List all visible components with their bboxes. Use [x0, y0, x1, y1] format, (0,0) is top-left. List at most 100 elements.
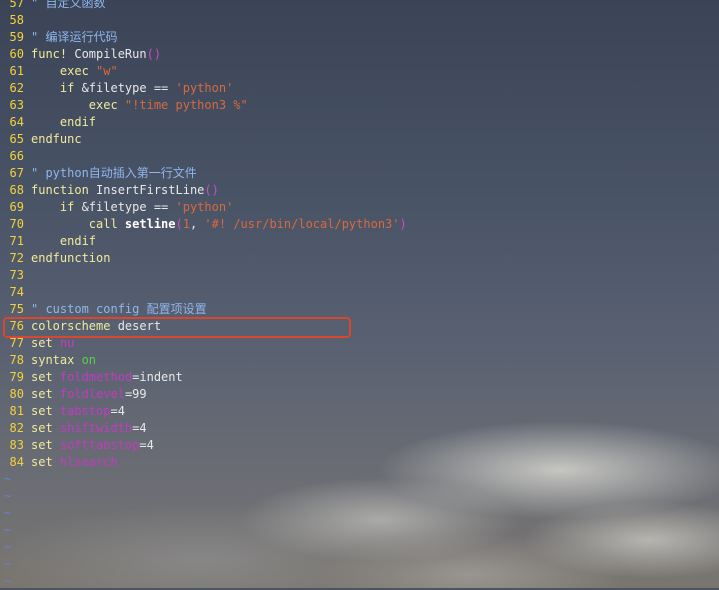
- empty-line-tilde: ~: [4, 523, 12, 537]
- code-token: ,: [189, 217, 205, 231]
- code-line[interactable]: 67 " python自动插入第一行文件: [0, 165, 197, 182]
- code-token: 'python': [175, 200, 234, 214]
- code-token: set: [31, 455, 60, 469]
- code-token: set: [31, 438, 60, 452]
- code-line[interactable]: 69 if &filetype == 'python': [0, 199, 234, 216]
- code-token: softtabstop: [59, 438, 140, 452]
- code-token: foldlevel: [59, 387, 125, 401]
- code-line[interactable]: 57 " 自定义函数: [0, 0, 106, 12]
- code-line[interactable]: 60 func! CompileRun(): [0, 46, 162, 63]
- code-line[interactable]: 62 if &filetype == 'python': [0, 80, 234, 97]
- code-line[interactable]: 80 set foldlevel=99: [0, 386, 147, 403]
- code-line[interactable]: 74: [0, 284, 31, 301]
- code-token: =4: [139, 438, 154, 452]
- code-token: =4: [132, 421, 147, 435]
- line-number: 62: [9, 81, 24, 95]
- code-token: shiftwidth: [59, 421, 133, 435]
- line-number: 63: [9, 98, 24, 112]
- line-number: 60: [9, 47, 24, 61]
- code-line[interactable]: 64 endif: [0, 114, 96, 131]
- code-token: endfunc: [31, 132, 82, 146]
- code-line[interactable]: 79 set foldmethod=indent: [0, 369, 183, 386]
- code-line[interactable]: 61 exec "w": [0, 63, 118, 80]
- line-number: 81: [9, 404, 24, 418]
- code-token: call: [31, 217, 125, 231]
- line-number: 64: [9, 115, 24, 129]
- code-line[interactable]: 75 " custom config 配置项设置: [0, 301, 207, 318]
- code-token: function: [31, 183, 97, 197]
- code-line[interactable]: 82 set shiftwidth=4: [0, 420, 147, 437]
- code-token: 'python': [175, 81, 234, 95]
- code-token: ): [399, 217, 407, 231]
- line-number: 59: [9, 30, 24, 44]
- line-number: 70: [9, 217, 24, 231]
- code-token: " python自动插入第一行文件: [31, 166, 197, 180]
- code-token: tabstop: [59, 404, 111, 418]
- code-token: syntax: [31, 353, 82, 367]
- line-number: 79: [9, 370, 24, 384]
- code-token: " custom config 配置项设置: [31, 302, 207, 316]
- code-token: setline: [124, 217, 176, 231]
- code-line[interactable]: 63 exec "!time python3 %": [0, 97, 248, 114]
- code-token: &filetype ==: [81, 81, 176, 95]
- code-line[interactable]: 72 endfunction: [0, 250, 111, 267]
- code-token: &filetype ==: [81, 200, 176, 214]
- line-number: 69: [9, 200, 24, 214]
- code-line[interactable]: 78 syntax on: [0, 352, 96, 369]
- code-token: " 自定义函数: [31, 0, 106, 10]
- code-line[interactable]: 73: [0, 267, 31, 284]
- empty-line-tilde: ~: [4, 489, 12, 503]
- line-number: 72: [9, 251, 24, 265]
- code-token: =indent: [132, 370, 183, 384]
- code-token: set: [31, 336, 60, 350]
- code-token: '#! /usr/bin/local/python3': [204, 217, 400, 231]
- code-token: if: [31, 81, 82, 95]
- code-token: hlsearch: [59, 455, 118, 469]
- empty-line-tilde: ~: [4, 472, 12, 486]
- highlight-box: [3, 317, 351, 338]
- code-token: set: [31, 387, 60, 401]
- code-token: =99: [124, 387, 147, 401]
- empty-line-tilde: ~: [4, 557, 12, 571]
- empty-line-tilde: ~: [4, 574, 12, 588]
- code-token: set: [31, 421, 60, 435]
- code-token: nu: [59, 336, 75, 350]
- code-line[interactable]: 70 call setline(1, '#! /usr/bin/local/py…: [0, 216, 407, 233]
- code-token: endif: [31, 115, 97, 129]
- code-token: if: [31, 200, 82, 214]
- code-line[interactable]: 71 endif: [0, 233, 96, 250]
- code-line[interactable]: 83 set softtabstop=4: [0, 437, 154, 454]
- code-line[interactable]: 66: [0, 148, 31, 165]
- code-token: =4: [110, 404, 125, 418]
- line-number: 61: [9, 64, 24, 78]
- code-token: (): [146, 47, 162, 61]
- line-number: 57: [9, 0, 24, 10]
- line-number: 66: [9, 149, 24, 163]
- code-token: func!: [31, 47, 75, 61]
- code-token: 1: [182, 217, 190, 231]
- code-token: foldmethod: [59, 370, 133, 384]
- line-number: 73: [9, 268, 24, 282]
- code-line[interactable]: 59 " 编译运行代码: [0, 29, 118, 46]
- code-token: "!time python3 %": [124, 98, 248, 112]
- code-line[interactable]: 84 set hlsearch: [0, 454, 118, 471]
- code-token: exec: [31, 98, 125, 112]
- line-number: 78: [9, 353, 24, 367]
- code-token: exec: [31, 64, 97, 78]
- code-token: (): [204, 183, 219, 197]
- code-token: endfunction: [31, 251, 111, 265]
- line-number: 68: [9, 183, 24, 197]
- code-line[interactable]: 68 function InsertFirstLine(): [0, 182, 219, 199]
- code-token: (: [175, 217, 183, 231]
- line-number: 58: [9, 13, 24, 27]
- line-number: 82: [9, 421, 24, 435]
- line-number: 84: [9, 455, 24, 469]
- line-number: 75: [9, 302, 24, 316]
- empty-line-tilde: ~: [4, 540, 12, 554]
- code-token: InsertFirstLine: [96, 183, 205, 197]
- code-line[interactable]: 58: [0, 12, 31, 29]
- code-line[interactable]: 81 set tabstop=4: [0, 403, 125, 420]
- code-token: set: [31, 370, 60, 384]
- code-line[interactable]: 65 endfunc: [0, 131, 82, 148]
- code-token: "w": [96, 64, 118, 78]
